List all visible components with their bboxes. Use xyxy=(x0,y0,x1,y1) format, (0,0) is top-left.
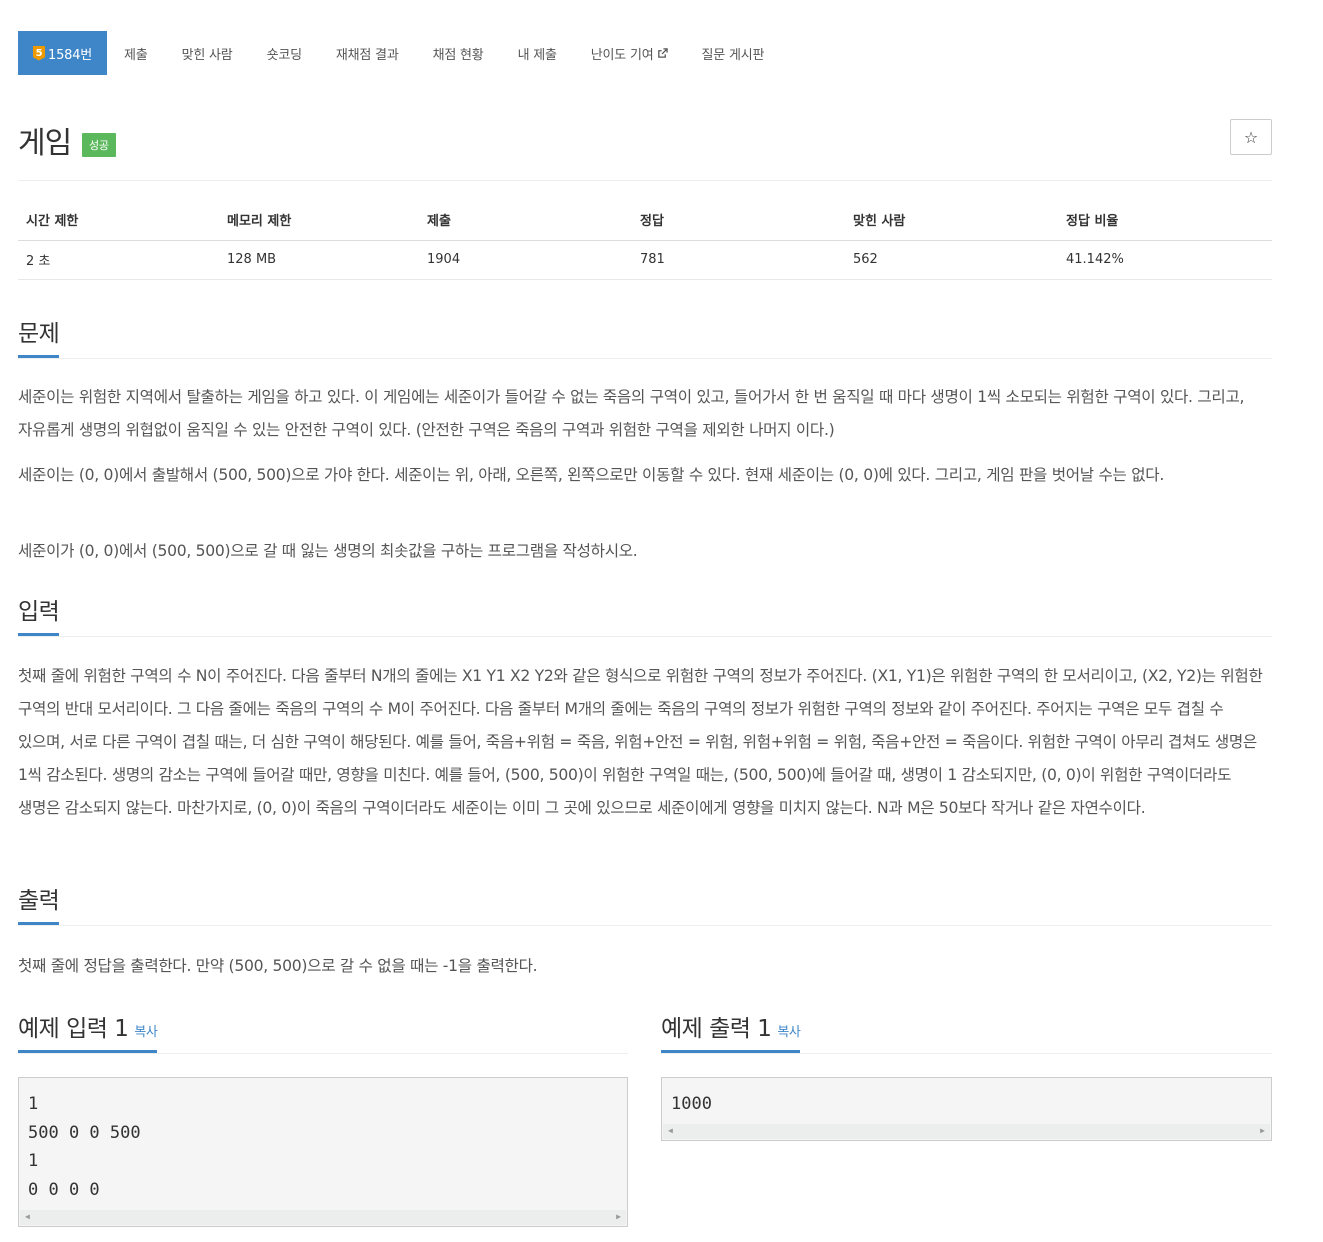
tab-label: 제출 xyxy=(124,47,148,63)
copy-sample-output-button[interactable]: 복사 xyxy=(777,1025,800,1040)
external-link-icon xyxy=(657,47,668,58)
header-solvers: 맞힌 사람 xyxy=(845,200,1058,241)
sample-output-box[interactable]: 1000 ◀ ▶ xyxy=(661,1077,1272,1141)
tab-rejudge-results[interactable]: 재채점 결과 xyxy=(319,31,416,75)
tab-question-board[interactable]: 질문 게시판 xyxy=(685,31,782,75)
description-heading: 문제 xyxy=(18,314,1272,359)
tab-solvers[interactable]: 맞힌 사람 xyxy=(165,31,250,75)
scroll-left-icon[interactable]: ◀ xyxy=(25,1212,30,1221)
tab-label: 질문 게시판 xyxy=(701,47,765,63)
tab-my-submissions[interactable]: 내 제출 xyxy=(501,31,574,75)
problem-info-table: 시간 제한 메모리 제한 제출 정답 맞힌 사람 정답 비율 2 초 128 M… xyxy=(18,200,1272,280)
accept-ratio-value: 41.142% xyxy=(1058,240,1272,280)
horizontal-scrollbar[interactable]: ◀ ▶ xyxy=(20,1210,626,1225)
tab-difficulty-contribution[interactable]: 난이도 기여 xyxy=(574,31,685,75)
section-title: 문제 xyxy=(18,314,60,358)
sample-output-title: 예제 출력 1 xyxy=(661,1016,772,1042)
section-title: 입력 xyxy=(18,592,60,636)
star-icon: ☆ xyxy=(1243,127,1259,147)
tab-problem[interactable]: 5 1584번 xyxy=(18,31,108,75)
tab-short-coding[interactable]: 숏코딩 xyxy=(250,31,319,75)
accepted-value: 781 xyxy=(632,240,845,280)
tab-label: 맞힌 사람 xyxy=(181,47,233,63)
output-paragraph: 첫째 줄에 정답을 출력한다. 만약 (500, 500)으로 갈 수 없을 때… xyxy=(18,957,538,975)
tab-label: 숏코딩 xyxy=(266,47,302,63)
tab-label: 1584번 xyxy=(48,47,93,63)
scroll-left-icon[interactable]: ◀ xyxy=(668,1126,673,1135)
tab-label: 재채점 결과 xyxy=(335,47,399,63)
section-title: 예제 출력 1 복사 xyxy=(661,1009,801,1053)
scroll-right-icon[interactable]: ▶ xyxy=(616,1212,621,1221)
header-submissions: 제출 xyxy=(419,200,632,241)
table-row: 2 초 128 MB 1904 781 562 41.142% xyxy=(18,240,1272,280)
problem-nav: 5 1584번 제출 맞힌 사람 숏코딩 재채점 결과 채점 현황 내 제출 난… xyxy=(18,31,781,75)
description-paragraph: 세준이는 (0, 0)에서 출발해서 (500, 500)으로 가야 한다. 세… xyxy=(18,466,1164,484)
sample-input-box[interactable]: 1 500 0 0 500 1 0 0 0 0 ◀ ▶ xyxy=(18,1077,628,1227)
tab-label: 채점 현황 xyxy=(432,47,484,63)
table-header-row: 시간 제한 메모리 제한 제출 정답 맞힌 사람 정답 비율 xyxy=(18,200,1272,241)
section-title: 예제 입력 1 복사 xyxy=(18,1009,158,1053)
status-badge: 성공 xyxy=(82,133,116,157)
scroll-right-icon[interactable]: ▶ xyxy=(1260,1126,1265,1135)
header-accept-ratio: 정답 비율 xyxy=(1058,200,1272,241)
tab-judge-status[interactable]: 채점 현황 xyxy=(416,31,501,75)
problem-header: 게임 성공 ☆ xyxy=(18,112,1272,181)
sample-input-title: 예제 입력 1 xyxy=(18,1016,129,1042)
sample-input-content: 1 500 0 0 500 1 0 0 0 0 xyxy=(28,1094,141,1200)
header-time-limit: 시간 제한 xyxy=(18,200,219,241)
header-memory-limit: 메모리 제한 xyxy=(219,200,419,241)
output-heading: 출력 xyxy=(18,881,1272,926)
sample-input-heading: 예제 입력 1 복사 xyxy=(18,1009,628,1054)
submissions-value: 1904 xyxy=(419,240,632,280)
tab-label: 내 제출 xyxy=(517,47,557,63)
solvers-value: 562 xyxy=(845,240,1058,280)
section-title: 출력 xyxy=(18,881,60,925)
tab-submit[interactable]: 제출 xyxy=(107,31,165,75)
memory-limit-value: 128 MB xyxy=(219,240,419,280)
copy-sample-input-button[interactable]: 복사 xyxy=(134,1025,157,1040)
favorite-button[interactable]: ☆ xyxy=(1230,119,1272,155)
description-paragraph: 세준이가 (0, 0)에서 (500, 500)으로 갈 때 잃는 생명의 최솟… xyxy=(18,542,638,560)
tier-badge-icon: 5 xyxy=(33,45,45,61)
input-heading: 입력 xyxy=(18,592,1272,637)
description-paragraph: 세준이는 위험한 지역에서 탈출하는 게임을 하고 있다. 이 게임에는 세준이… xyxy=(18,388,1245,439)
tab-label: 난이도 기여 xyxy=(590,47,654,63)
sample-output-heading: 예제 출력 1 복사 xyxy=(661,1009,1272,1054)
header-accepted: 정답 xyxy=(632,200,845,241)
sample-output-content: 1000 xyxy=(671,1094,712,1114)
page-title: 게임 xyxy=(18,126,72,161)
time-limit-value: 2 초 xyxy=(18,240,219,280)
horizontal-scrollbar[interactable]: ◀ ▶ xyxy=(663,1124,1270,1139)
input-paragraph: 첫째 줄에 위험한 구역의 수 N이 주어진다. 다음 줄부터 N개의 줄에는 … xyxy=(18,667,1263,817)
